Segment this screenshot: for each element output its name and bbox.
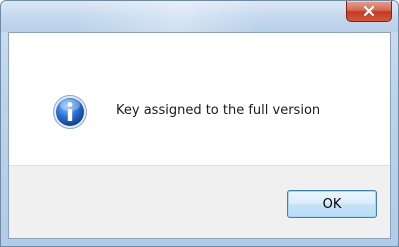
ok-button[interactable]: OK xyxy=(287,190,377,218)
title-bar[interactable] xyxy=(1,1,398,32)
close-icon xyxy=(363,5,375,17)
message-text: Key assigned to the full version xyxy=(116,103,321,118)
dialog-body-frame: Key assigned to the full version OK xyxy=(8,32,391,239)
dialog-window: Key assigned to the full version OK xyxy=(0,0,399,247)
info-icon xyxy=(52,94,88,130)
button-bar: OK xyxy=(9,165,390,238)
message-area: Key assigned to the full version xyxy=(9,33,390,165)
close-button[interactable] xyxy=(346,1,392,22)
